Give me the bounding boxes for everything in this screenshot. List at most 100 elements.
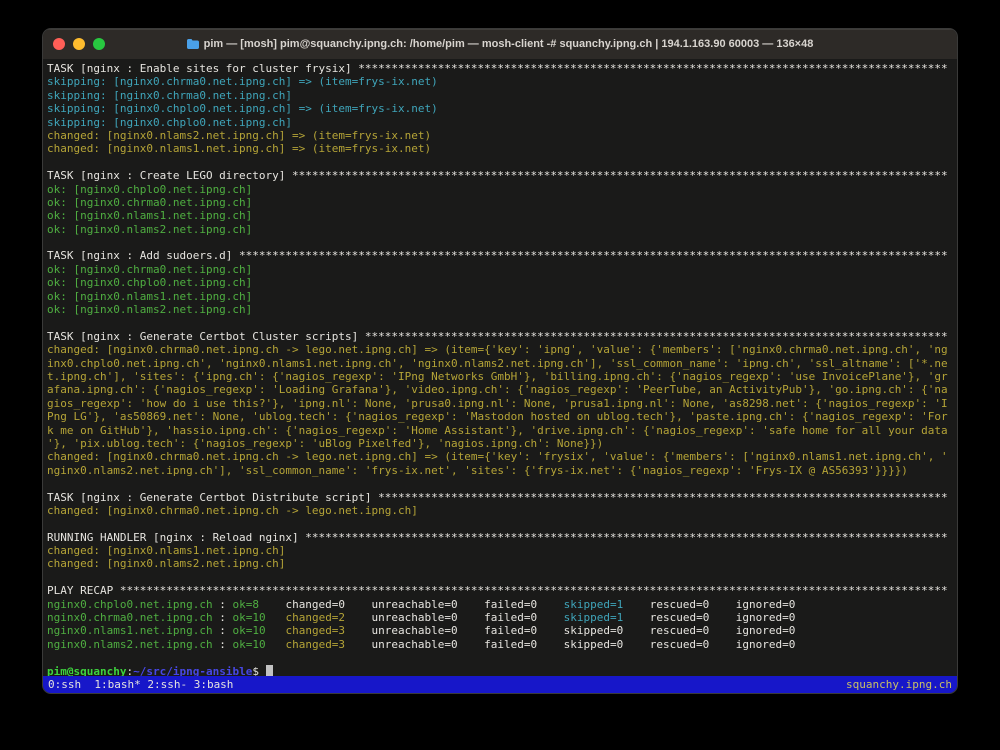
ok-line: ok: [nginx0.nlams2.net.ipng.ch]	[47, 223, 957, 236]
changed-line: t.ipng.ch'], 'sites': {'ipng.ch': {'nagi…	[47, 370, 957, 383]
changed-line: changed: [nginx0.chrma0.net.ipng.ch -> l…	[47, 504, 957, 517]
terminal-text: gios_regexp': 'how do i use this?'}, 'ip…	[47, 397, 948, 410]
terminal-text: ok: [nginx0.chplo0.net.ipng.ch]	[47, 276, 252, 289]
changed-line: changed: [nginx0.nlams1.net.ipng.ch]	[47, 544, 957, 557]
terminal-text: nginx0.nlams2.net.ipng.ch	[47, 638, 213, 651]
terminal-text: Png LG'}, 'as50869.net': None, 'ublog.te…	[47, 410, 948, 423]
terminal-text: ok: [nginx0.nlams2.net.ipng.ch]	[47, 223, 252, 236]
blank-line	[47, 651, 957, 664]
blank-line	[47, 156, 957, 169]
window-titlebar: pim — [mosh] pim@squanchy.ipng.ch: /home…	[43, 29, 957, 59]
terminal-text: PLAY RECAP *****************************…	[47, 584, 948, 597]
task-header-line: TASK [nginx : Generate Certbot Cluster s…	[47, 330, 957, 343]
terminal-text: ok=10	[232, 624, 265, 637]
terminal-text: skipped=1	[564, 611, 624, 624]
tmux-status-bar: 0:ssh 1:bash* 2:ssh- 3:bash squanchy.ipn…	[43, 676, 957, 693]
terminal-text: RUNNING HANDLER [nginx : Reload nginx] *…	[47, 531, 948, 544]
terminal-text: skipped=1	[564, 598, 624, 611]
blank-line	[47, 236, 957, 249]
changed-line: Png LG'}, 'as50869.net': None, 'ublog.te…	[47, 410, 957, 423]
terminal-text: :	[213, 624, 233, 637]
terminal-text: changed: [nginx0.nlams2.net.ipng.ch]	[47, 557, 285, 570]
tmux-window-list[interactable]: 0:ssh 1:bash* 2:ssh- 3:bash	[48, 678, 233, 691]
terminal-text: unreachable=0 failed=0	[345, 611, 564, 624]
ok-line: ok: [nginx0.chrma0.net.ipng.ch]	[47, 263, 957, 276]
terminal-text: TASK [nginx : Create LEGO directory] ***…	[47, 169, 948, 182]
terminal-text: ok=10	[232, 638, 265, 651]
terminal-text: skipping: [nginx0.chrma0.net.ipng.ch]	[47, 89, 292, 102]
terminal-text: ok: [nginx0.nlams2.net.ipng.ch]	[47, 303, 252, 316]
ok-line: ok: [nginx0.chrma0.net.ipng.ch]	[47, 196, 957, 209]
terminal-text: nginx0.nlams1.net.ipng.ch	[47, 624, 213, 637]
recap-row: nginx0.nlams1.net.ipng.ch : ok=10 change…	[47, 624, 957, 637]
changed-line: changed: [nginx0.nlams2.net.ipng.ch] => …	[47, 129, 957, 142]
terminal-text: nginx0.chrma0.net.ipng.ch	[47, 611, 213, 624]
changed-line: changed: [nginx0.nlams2.net.ipng.ch]	[47, 557, 957, 570]
terminal-window: pim — [mosh] pim@squanchy.ipng.ch: /home…	[42, 28, 958, 694]
ok-line: ok: [nginx0.chplo0.net.ipng.ch]	[47, 183, 957, 196]
terminal-text	[266, 638, 286, 651]
recap-row: nginx0.chrma0.net.ipng.ch : ok=10 change…	[47, 611, 957, 624]
blank-line	[47, 477, 957, 490]
ok-line: ok: [nginx0.nlams1.net.ipng.ch]	[47, 290, 957, 303]
skipping-line: skipping: [nginx0.chrma0.net.ipng.ch]	[47, 89, 957, 102]
zoom-button[interactable]	[93, 38, 105, 50]
changed-line: changed: [nginx0.nlams1.net.ipng.ch] => …	[47, 142, 957, 155]
terminal-text: nginx0.nlams2.net.ipng.ch'], 'ssl_common…	[47, 464, 908, 477]
terminal-text: ok: [nginx0.nlams1.net.ipng.ch]	[47, 209, 252, 222]
recap-row: nginx0.nlams2.net.ipng.ch : ok=10 change…	[47, 638, 957, 651]
terminal-text: skipping: [nginx0.chplo0.net.ipng.ch]	[47, 116, 292, 129]
changed-line: gios_regexp': 'how do i use this?'}, 'ip…	[47, 397, 957, 410]
traffic-lights	[53, 29, 105, 59]
ok-line: ok: [nginx0.nlams2.net.ipng.ch]	[47, 303, 957, 316]
terminal-text	[266, 624, 286, 637]
skipping-line: skipping: [nginx0.chplo0.net.ipng.ch] =>…	[47, 102, 957, 115]
changed-line: nginx0.nlams2.net.ipng.ch'], 'ssl_common…	[47, 464, 957, 477]
terminal-cursor	[266, 665, 273, 676]
terminal-text: changed: [nginx0.chrma0.net.ipng.ch -> l…	[47, 504, 418, 517]
terminal-text: ok: [nginx0.nlams1.net.ipng.ch]	[47, 290, 252, 303]
skipping-line: skipping: [nginx0.chplo0.net.ipng.ch]	[47, 116, 957, 129]
skipping-line: skipping: [nginx0.chrma0.net.ipng.ch] =>…	[47, 75, 957, 88]
terminal-text: ok=10	[232, 611, 265, 624]
terminal-text: changed: [nginx0.nlams1.net.ipng.ch]	[47, 544, 285, 557]
changed-line: '}, 'pix.ublog.tech': {'nagios_regexp': …	[47, 437, 957, 450]
terminal-text: t.ipng.ch'], 'sites': {'ipng.ch': {'nagi…	[47, 370, 948, 383]
terminal-text: changed=0 unreachable=0 failed=0	[259, 598, 564, 611]
terminal-text: ok=8	[232, 598, 259, 611]
recap-row: nginx0.chplo0.net.ipng.ch : ok=8 changed…	[47, 598, 957, 611]
task-header-line: TASK [nginx : Generate Certbot Distribut…	[47, 491, 957, 504]
changed-line: afana.ipng.ch': {'nagios_regexp': 'Loadi…	[47, 383, 957, 396]
terminal-text: nginx0.chplo0.net.ipng.ch	[47, 598, 213, 611]
terminal-text: TASK [nginx : Generate Certbot Cluster s…	[47, 330, 948, 343]
terminal-text: skipping: [nginx0.chrma0.net.ipng.ch] =>…	[47, 75, 438, 88]
minimize-button[interactable]	[73, 38, 85, 50]
changed-line: changed: [nginx0.chrma0.net.ipng.ch -> l…	[47, 450, 957, 463]
terminal-text: changed: [nginx0.chrma0.net.ipng.ch -> l…	[47, 450, 948, 463]
terminal-text: :	[213, 638, 233, 651]
blank-line	[47, 517, 957, 530]
terminal-text: afana.ipng.ch': {'nagios_regexp': 'Loadi…	[47, 383, 948, 396]
terminal-screen[interactable]: TASK [nginx : Enable sites for cluster f…	[43, 59, 957, 681]
terminal-text: changed: [nginx0.nlams2.net.ipng.ch] => …	[47, 129, 431, 142]
ok-line: ok: [nginx0.nlams1.net.ipng.ch]	[47, 209, 957, 222]
terminal-text: unreachable=0 failed=0 skipped=0 rescued…	[345, 638, 795, 651]
terminal-text: k me on GitHub'}, 'hassio.ipng.ch': {'na…	[47, 424, 948, 437]
terminal-text: changed=2	[285, 611, 345, 624]
terminal-text: changed=3	[285, 624, 345, 637]
terminal-text: ok: [nginx0.chplo0.net.ipng.ch]	[47, 183, 252, 196]
changed-line: inx0.chplo0.net.ipng.ch', 'nginx0.nlams1…	[47, 357, 957, 370]
terminal-text: TASK [nginx : Add sudoers.d] ***********…	[47, 249, 948, 262]
close-button[interactable]	[53, 38, 65, 50]
terminal-text: TASK [nginx : Enable sites for cluster f…	[47, 62, 948, 75]
play-recap-header-line: PLAY RECAP *****************************…	[47, 584, 957, 597]
tmux-hostname: squanchy.ipng.ch	[846, 678, 952, 691]
terminal-text: '}, 'pix.ublog.tech': {'nagios_regexp': …	[47, 437, 603, 450]
terminal-text: changed: [nginx0.nlams1.net.ipng.ch] => …	[47, 142, 431, 155]
terminal-text: rescued=0 ignored=0	[623, 598, 795, 611]
handler-header-line: RUNNING HANDLER [nginx : Reload nginx] *…	[47, 531, 957, 544]
terminal-text	[266, 611, 286, 624]
terminal-text: changed=3	[285, 638, 345, 651]
window-title: pim — [mosh] pim@squanchy.ipng.ch: /home…	[43, 38, 957, 50]
ok-line: ok: [nginx0.chplo0.net.ipng.ch]	[47, 276, 957, 289]
